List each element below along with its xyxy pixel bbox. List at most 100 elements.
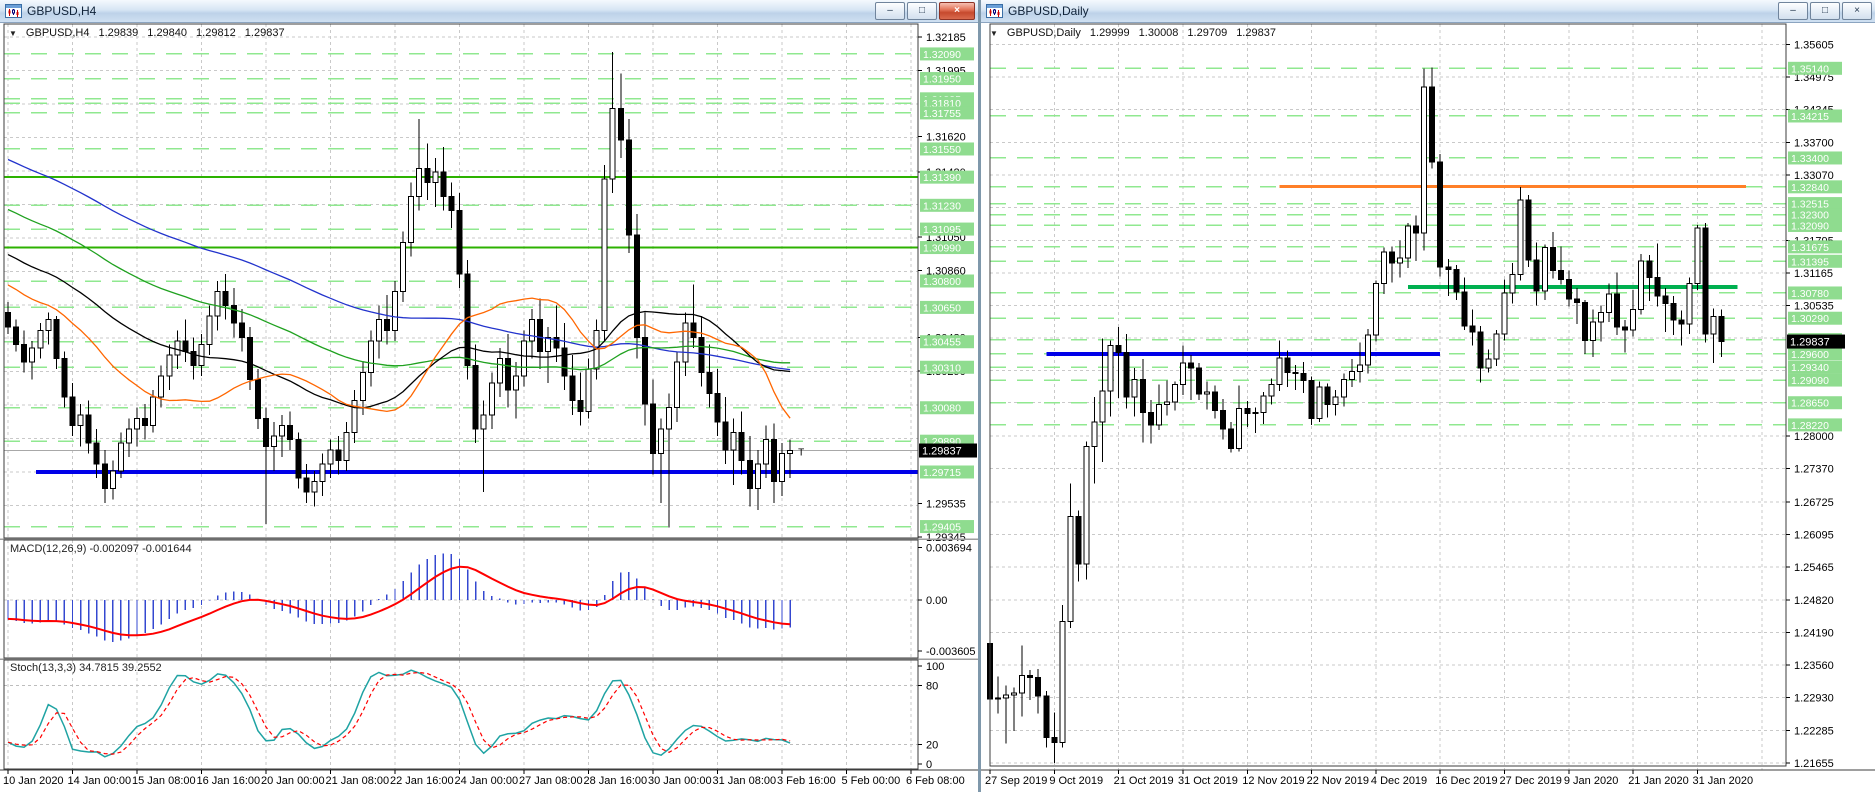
svg-text:22 Nov 2019: 22 Nov 2019 <box>1307 775 1369 787</box>
svg-text:15 Jan 08:00: 15 Jan 08:00 <box>132 775 196 787</box>
svg-text:1.33400: 1.33400 <box>1791 153 1829 165</box>
svg-text:0: 0 <box>926 759 932 771</box>
window-title: GBPUSD,H4 <box>27 4 97 18</box>
mt4-workspace: { "window_controls": {"minimize": "–", "… <box>0 0 1875 792</box>
svg-text:3 Feb 16:00: 3 Feb 16:00 <box>777 775 836 787</box>
svg-text:0.003694: 0.003694 <box>926 543 972 555</box>
svg-text:1.31395: 1.31395 <box>1791 256 1829 268</box>
svg-text:1.30800: 1.30800 <box>923 276 961 288</box>
svg-text:21 Jan 2020: 21 Jan 2020 <box>1628 775 1689 787</box>
svg-text:27 Sep 2019: 27 Sep 2019 <box>985 775 1047 787</box>
svg-text:31 Jan 08:00: 31 Jan 08:00 <box>713 775 777 787</box>
high-value: 1.29840 <box>147 27 188 39</box>
svg-text:1.29837: 1.29837 <box>1790 337 1830 349</box>
svg-text:0.00: 0.00 <box>926 595 947 607</box>
svg-text:1.31165: 1.31165 <box>1794 268 1833 280</box>
svg-text:10 Jan 2020: 10 Jan 2020 <box>3 775 64 787</box>
svg-text:100: 100 <box>926 661 944 673</box>
svg-text:80: 80 <box>926 681 938 693</box>
open-value: 1.29839 <box>98 27 139 39</box>
svg-text:31 Jan 2020: 31 Jan 2020 <box>1693 775 1754 787</box>
symbol-dropdown-icon[interactable]: ▼ <box>9 27 17 39</box>
svg-text:T: T <box>798 448 804 459</box>
svg-text:30 Jan 00:00: 30 Jan 00:00 <box>648 775 712 787</box>
h4-ohlc-readout[interactable]: ▼ GBPUSD,H4 1.29839 1.29840 1.29812 1.29… <box>9 27 285 39</box>
svg-text:12 Nov 2019: 12 Nov 2019 <box>1242 775 1304 787</box>
window-controls: – □ × <box>1776 2 1872 20</box>
svg-text:1.28220: 1.28220 <box>1791 420 1829 432</box>
h4-chart-canvas[interactable]: 1.321851.319951.316201.314201.310501.308… <box>0 0 978 792</box>
minimize-button[interactable]: – <box>875 2 905 20</box>
svg-text:1.26725: 1.26725 <box>1794 497 1834 509</box>
svg-text:1.25465: 1.25465 <box>1794 562 1834 574</box>
low-value: 1.29709 <box>1187 27 1228 39</box>
svg-text:1.33700: 1.33700 <box>1794 138 1834 150</box>
minimize-button[interactable]: – <box>1778 2 1808 20</box>
close-value: 1.29837 <box>1236 27 1276 39</box>
close-value: 1.29837 <box>244 27 285 39</box>
chart-window-gbpusd-h4: 1.321851.319951.316201.314201.310501.308… <box>0 0 978 792</box>
svg-text:1.30290: 1.30290 <box>1791 313 1829 325</box>
svg-text:4 Dec 2019: 4 Dec 2019 <box>1371 775 1427 787</box>
svg-text:1.28650: 1.28650 <box>1791 398 1829 410</box>
svg-text:9 Jan 2020: 9 Jan 2020 <box>1564 775 1618 787</box>
svg-text:1.30310: 1.30310 <box>923 362 961 374</box>
svg-text:1.30650: 1.30650 <box>923 302 961 314</box>
svg-text:5 Feb 00:00: 5 Feb 00:00 <box>842 775 901 787</box>
close-button[interactable]: × <box>1842 2 1872 20</box>
svg-text:1.34215: 1.34215 <box>1791 111 1829 123</box>
svg-text:1.31950: 1.31950 <box>923 74 961 86</box>
svg-text:1.30080: 1.30080 <box>923 403 961 415</box>
chart-icon <box>986 3 1004 19</box>
svg-text:1.24820: 1.24820 <box>1794 595 1834 607</box>
daily-chart-canvas[interactable]: 1.356051.349751.343451.337001.330701.317… <box>981 0 1875 792</box>
svg-text:21 Jan 08:00: 21 Jan 08:00 <box>326 775 390 787</box>
svg-text:16 Jan 16:00: 16 Jan 16:00 <box>197 775 261 787</box>
svg-text:MACD(12,26,9) -0.002097 -0.001: MACD(12,26,9) -0.002097 -0.001644 <box>10 543 192 555</box>
svg-text:1.33070: 1.33070 <box>1794 170 1834 182</box>
svg-text:1.30990: 1.30990 <box>923 243 961 255</box>
svg-text:20: 20 <box>926 739 938 751</box>
svg-text:1.29715: 1.29715 <box>923 467 961 479</box>
svg-text:1.31390: 1.31390 <box>923 172 961 184</box>
svg-text:20 Jan 00:00: 20 Jan 00:00 <box>261 775 325 787</box>
svg-text:1.27370: 1.27370 <box>1794 464 1834 476</box>
svg-text:6 Feb 08:00: 6 Feb 08:00 <box>906 775 965 787</box>
svg-text:1.24190: 1.24190 <box>1794 628 1834 640</box>
svg-text:1.29090: 1.29090 <box>1791 375 1829 387</box>
svg-text:1.32090: 1.32090 <box>1791 220 1829 232</box>
daily-ohlc-readout[interactable]: ▼ GBPUSD,Daily 1.29999 1.30008 1.29709 1… <box>990 27 1276 39</box>
symbol-label: GBPUSD,Daily <box>1006 27 1081 39</box>
svg-text:1.32185: 1.32185 <box>926 32 966 44</box>
symbol-dropdown-icon[interactable]: ▼ <box>990 27 998 39</box>
svg-text:1.31675: 1.31675 <box>1791 242 1829 254</box>
open-value: 1.29999 <box>1089 27 1130 39</box>
svg-text:1.31550: 1.31550 <box>923 144 961 156</box>
svg-text:1.28000: 1.28000 <box>1794 431 1834 443</box>
svg-text:28 Jan 16:00: 28 Jan 16:00 <box>584 775 648 787</box>
svg-text:1.32090: 1.32090 <box>923 49 961 61</box>
maximize-button[interactable]: □ <box>1810 2 1840 20</box>
daily-titlebar[interactable]: GBPUSD,Daily – □ × <box>981 0 1875 23</box>
svg-text:16 Dec 2019: 16 Dec 2019 <box>1435 775 1497 787</box>
svg-text:27 Dec 2019: 27 Dec 2019 <box>1500 775 1562 787</box>
svg-text:1.29600: 1.29600 <box>1791 349 1829 361</box>
svg-text:1.35140: 1.35140 <box>1791 63 1829 75</box>
maximize-button[interactable]: □ <box>907 2 937 20</box>
current-price-tag: 1.29837 <box>919 443 977 458</box>
svg-text:24 Jan 00:00: 24 Jan 00:00 <box>455 775 519 787</box>
svg-text:1.22930: 1.22930 <box>1794 692 1834 704</box>
svg-text:1.30455: 1.30455 <box>923 337 961 349</box>
h4-titlebar[interactable]: GBPUSD,H4 – □ × <box>0 0 978 23</box>
svg-text:1.29837: 1.29837 <box>922 446 962 458</box>
close-button[interactable]: × <box>939 2 975 20</box>
window-controls: – □ × <box>873 2 975 20</box>
svg-text:1.31230: 1.31230 <box>923 200 961 212</box>
svg-text:1.31095: 1.31095 <box>923 224 961 236</box>
svg-text:1.30780: 1.30780 <box>1791 288 1829 300</box>
chart-icon <box>5 3 23 19</box>
svg-text:1.26095: 1.26095 <box>1794 529 1834 541</box>
svg-text:1.22285: 1.22285 <box>1794 726 1834 738</box>
svg-text:1.23560: 1.23560 <box>1794 660 1834 672</box>
svg-text:21 Oct 2019: 21 Oct 2019 <box>1114 775 1174 787</box>
